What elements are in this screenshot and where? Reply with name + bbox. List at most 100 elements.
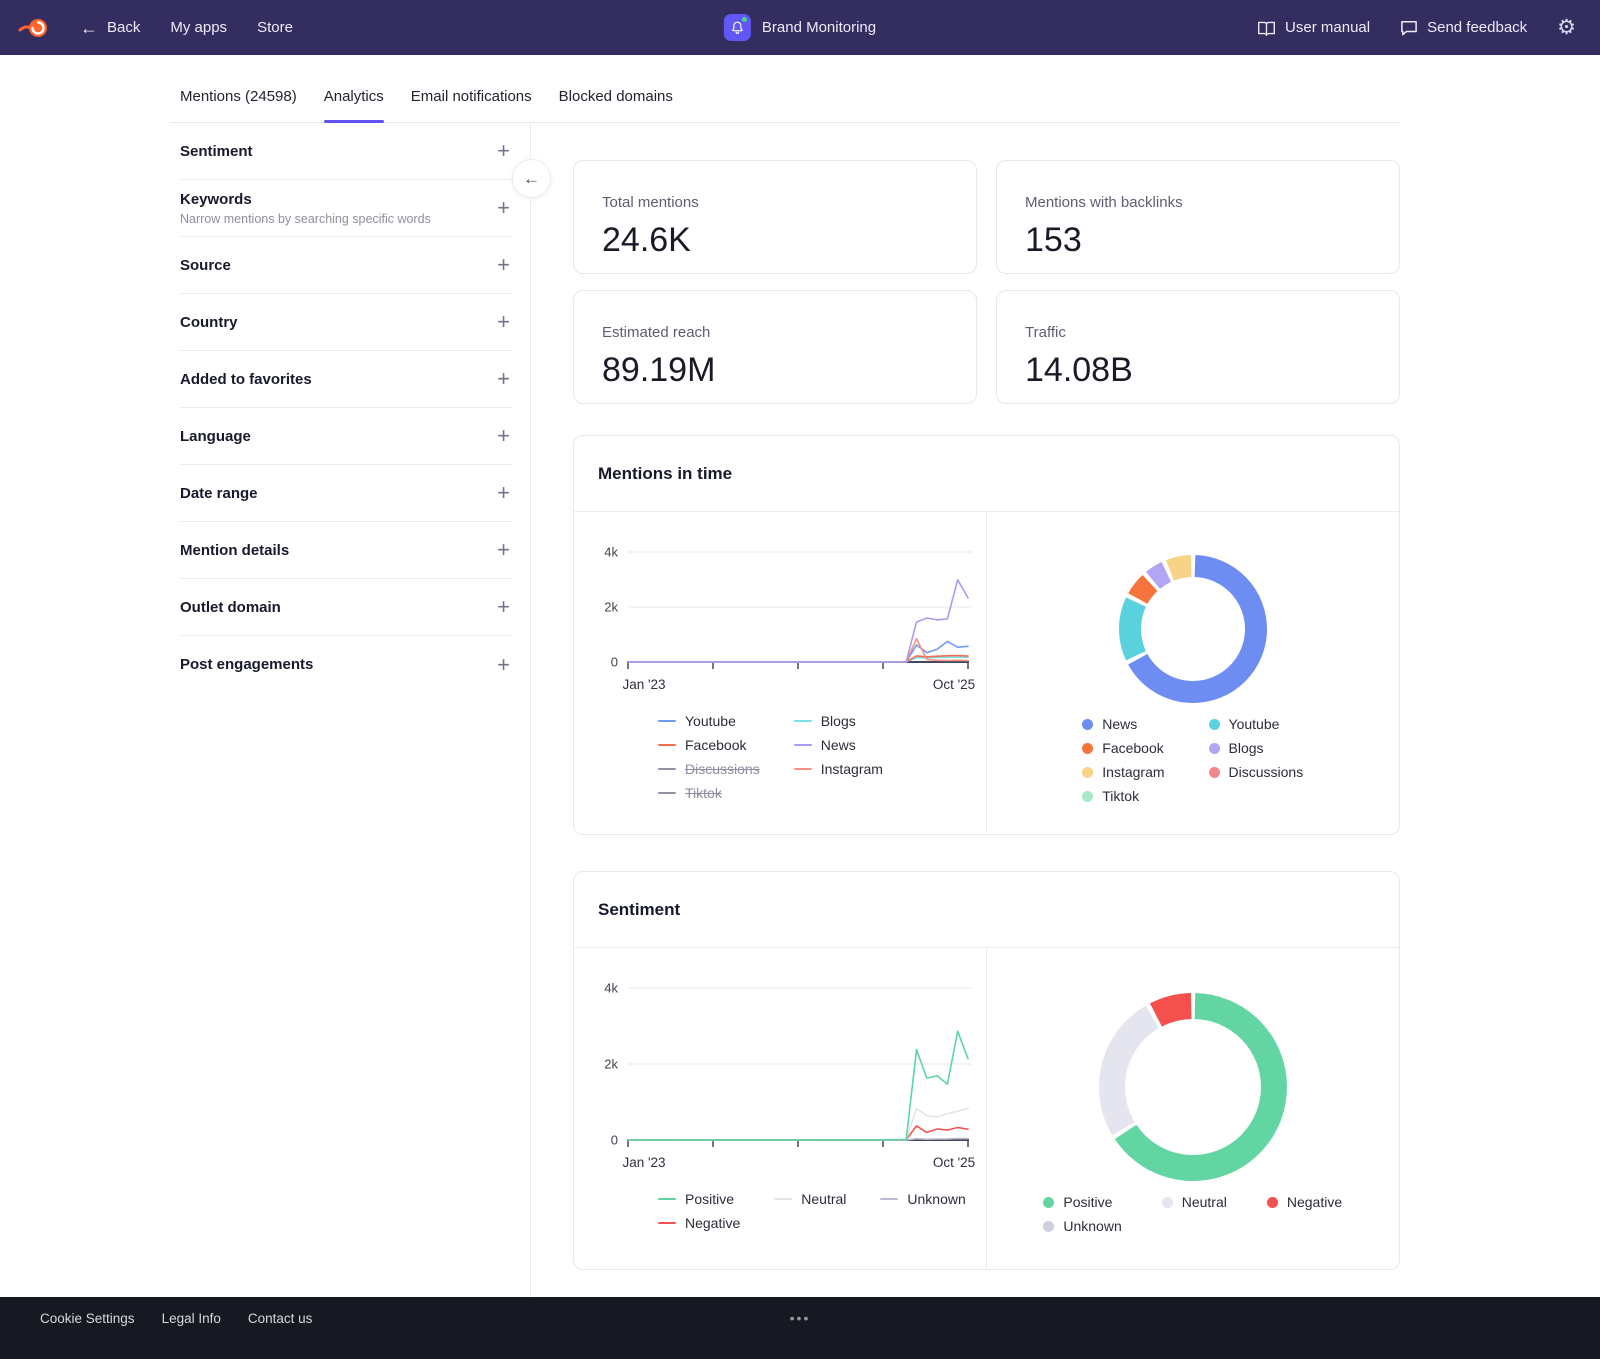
legend-swatch (658, 744, 676, 746)
sentiment-donut-legend: Positive Unknown Neutral Negative (1043, 1194, 1342, 1234)
filter-add-button-country[interactable]: + (497, 311, 512, 333)
legend-swatch (794, 768, 812, 770)
legend-item-neutral[interactable]: Neutral (1162, 1194, 1227, 1210)
filter-add-button-sentiment[interactable]: + (497, 140, 512, 162)
user-manual-link[interactable]: User manual (1257, 19, 1370, 36)
legend-item-unknown[interactable]: Unknown (880, 1191, 965, 1207)
legend-label: Discussions (1229, 764, 1304, 780)
filter-add-button-date-range[interactable]: + (497, 482, 512, 504)
filter-outlet-domain: Outlet domain+ (180, 579, 512, 636)
tab-analytics[interactable]: Analytics (324, 88, 384, 122)
semrush-logo-icon[interactable] (18, 16, 50, 40)
tab-mentions-24598[interactable]: Mentions (24598) (180, 88, 297, 122)
legend-item-positive[interactable]: Positive (1043, 1194, 1121, 1210)
legend-label: Positive (1063, 1194, 1112, 1210)
filter-keywords: KeywordsNarrow mentions by searching spe… (180, 180, 512, 237)
filter-added-to-favorites: Added to favorites + (180, 351, 512, 408)
collapse-sidebar-button[interactable]: ← (512, 159, 551, 198)
svg-text:4k: 4k (604, 545, 618, 560)
legend-item-blogs[interactable]: Blogs (794, 713, 883, 729)
filter-source: Source + (180, 237, 512, 294)
legend-swatch (1082, 719, 1093, 730)
my-apps-link[interactable]: My apps (170, 19, 227, 36)
footer-link-cookie-settings[interactable]: Cookie Settings (40, 1311, 135, 1326)
legend-label: Discussions (685, 761, 760, 777)
sentiment-card-title: Sentiment (574, 872, 1399, 948)
filter-sentiment: Sentiment+ (180, 123, 512, 180)
filter-add-button-mention-details[interactable]: + (497, 539, 512, 561)
legend-item-news[interactable]: News (1082, 716, 1164, 732)
mentions-donut-legend: News Facebook Instagram Tiktok Youtube Blogs D… (1082, 716, 1303, 804)
legend-label: Blogs (1229, 740, 1264, 756)
filter-add-button-post-engagements[interactable]: + (497, 654, 512, 676)
filter-title: Added to favorites (180, 371, 312, 388)
footer-more-button[interactable]: ••• (790, 1310, 811, 1326)
legend-item-instagram[interactable]: Instagram (794, 761, 883, 777)
brand-monitoring-app-icon (724, 14, 751, 41)
legend-item-youtube[interactable]: Youtube (658, 713, 760, 729)
legend-label: Neutral (801, 1191, 846, 1207)
stat-value: 24.6K (602, 221, 948, 260)
mentions-line-chart: 02k4kJan '23Oct '25 (574, 512, 987, 699)
legend-item-blogs[interactable]: Blogs (1209, 740, 1304, 756)
legend-swatch (774, 1198, 792, 1200)
legend-label: Instagram (1102, 764, 1164, 780)
page: ← Back My apps Store Brand Monitoring (0, 0, 1600, 1359)
svg-text:0: 0 (611, 1133, 618, 1148)
svg-text:2k: 2k (604, 1057, 618, 1072)
book-icon (1257, 20, 1276, 36)
legend-label: Tiktok (1102, 788, 1139, 804)
send-feedback-link[interactable]: Send feedback (1400, 19, 1527, 36)
svg-text:Oct '25: Oct '25 (933, 1155, 975, 1170)
legend-item-discussions[interactable]: Discussions (1209, 764, 1304, 780)
back-button[interactable]: ← Back (80, 19, 140, 37)
legend-item-instagram[interactable]: Instagram (1082, 764, 1164, 780)
feedback-bubble-icon (1400, 20, 1418, 36)
legend-label: Youtube (1229, 716, 1280, 732)
filter-title: Post engagements (180, 656, 313, 673)
filter-post-engagements: Post engagements + (180, 636, 512, 693)
legend-item-youtube[interactable]: Youtube (1209, 716, 1304, 732)
svg-text:2k: 2k (604, 600, 618, 615)
tab-email-notifications[interactable]: Email notifications (411, 88, 532, 122)
legend-item-tiktok[interactable]: Tiktok (1082, 788, 1164, 804)
store-link[interactable]: Store (257, 19, 293, 36)
legend-item-discussions[interactable]: Discussions (658, 761, 760, 777)
legend-item-news[interactable]: News (794, 737, 883, 753)
filter-add-button-source[interactable]: + (497, 254, 512, 276)
mentions-line-legend: Youtube Facebook Discussions Tiktok Blogs New… (658, 713, 986, 801)
app-title-group: Brand Monitoring (724, 0, 876, 55)
settings-gear-icon[interactable]: ⚙ (1557, 17, 1576, 38)
send-feedback-label: Send feedback (1427, 19, 1527, 36)
stat-card-mentions-with-backlinks: Mentions with backlinks153 (996, 160, 1400, 274)
legend-item-neutral[interactable]: Neutral (774, 1191, 846, 1207)
footer-link-contact-us[interactable]: Contact us (248, 1311, 313, 1326)
sentiment-card: Sentiment 02k4kJan '23Oct '25 PositiveNe… (573, 871, 1400, 1270)
filter-title: Source (180, 257, 231, 274)
filter-add-button-language[interactable]: + (497, 425, 512, 447)
legend-swatch (1082, 791, 1093, 802)
app-title: Brand Monitoring (762, 19, 876, 36)
legend-item-facebook[interactable]: Facebook (1082, 740, 1164, 756)
filter-add-button-outlet-domain[interactable]: + (497, 596, 512, 618)
legend-item-negative[interactable]: Negative (658, 1215, 740, 1231)
legend-item-positive[interactable]: Positive (658, 1191, 740, 1207)
legend-item-unknown[interactable]: Unknown (1043, 1218, 1121, 1234)
legend-swatch (658, 768, 676, 770)
stat-card-estimated-reach: Estimated reach89.19M (573, 290, 977, 404)
filter-add-button-keywords[interactable]: + (497, 197, 512, 219)
svg-text:Jan '23: Jan '23 (622, 677, 665, 692)
stat-value: 14.08B (1025, 351, 1371, 390)
legend-swatch (1082, 743, 1093, 754)
stats-grid: Total mentions 24.6K Mentions with backlin… (573, 160, 1400, 404)
legend-item-tiktok[interactable]: Tiktok (658, 785, 760, 801)
stat-label: Total mentions (602, 194, 948, 211)
legend-item-facebook[interactable]: Facebook (658, 737, 760, 753)
legend-item-negative[interactable]: Negative (1267, 1194, 1342, 1210)
legend-label: Negative (1287, 1194, 1342, 1210)
filter-add-button-added-to-favorites[interactable]: + (497, 368, 512, 390)
footer-link-legal-info[interactable]: Legal Info (162, 1311, 221, 1326)
filter-title: Keywords (180, 191, 431, 208)
tab-blocked-domains[interactable]: Blocked domains (559, 88, 673, 122)
legend-label: Instagram (821, 761, 883, 777)
